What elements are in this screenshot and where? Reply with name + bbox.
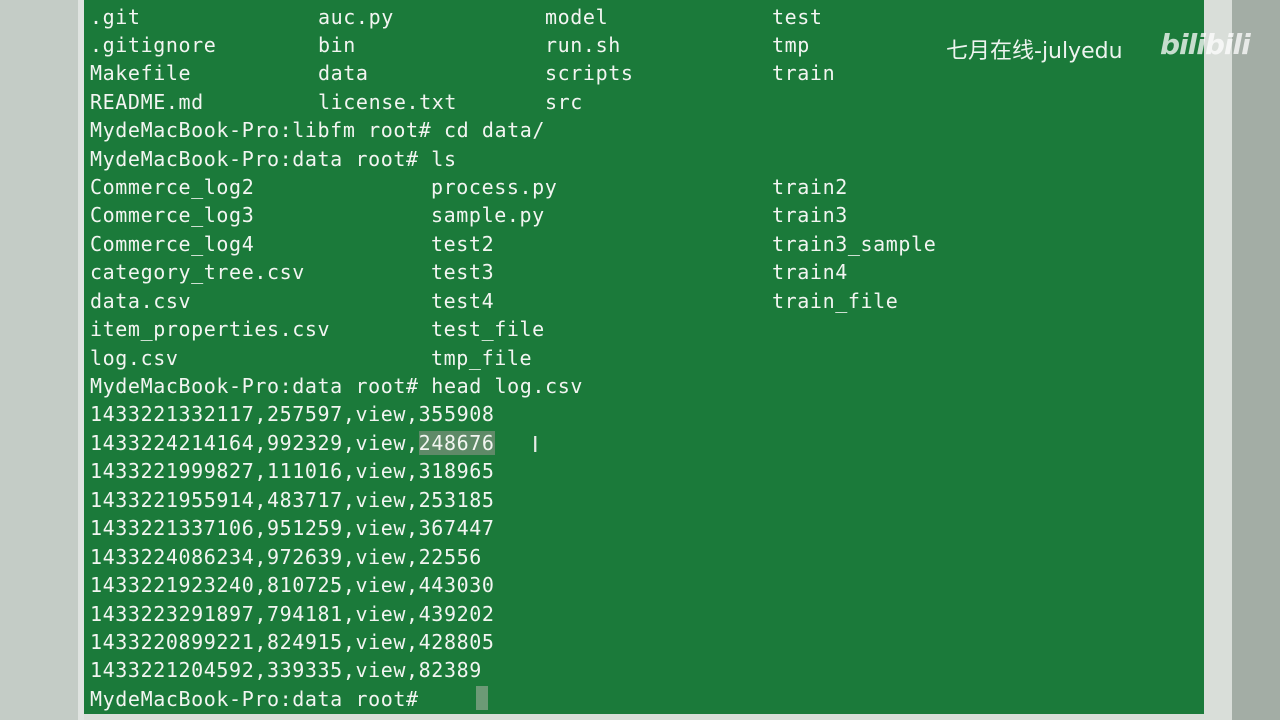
ls-entry: run.sh — [545, 33, 621, 57]
ls-entry: Makefile — [90, 61, 192, 85]
ls-entry: Commerce_log4 — [90, 232, 255, 256]
ls-entry: .gitignore — [90, 33, 217, 57]
window-right-edge — [1204, 0, 1232, 720]
ls-entry: train2 — [772, 175, 848, 199]
ls-entry: .git — [90, 5, 141, 29]
csv-line: 1433221999827,111016,view,318965 — [90, 459, 495, 483]
ls-entry: auc.py — [318, 5, 394, 29]
terminal-window[interactable]: .git auc.py model test .gitignore bin ru… — [84, 0, 1204, 714]
ls-entry: train3_sample — [772, 232, 937, 256]
ls-entry: bin — [318, 33, 356, 57]
ls-entry: scripts — [545, 61, 634, 85]
command-line-head: MydeMacBook-Pro:data root# head log.csv — [90, 374, 583, 398]
csv-line: 1433221204592,339335,view,82389 — [90, 658, 482, 682]
ls-entry: src — [545, 90, 583, 114]
ls-entry: sample.py — [431, 203, 545, 227]
csv-line-prefix: 1433224214164,992329,view, — [90, 431, 419, 455]
text-cursor — [476, 686, 488, 710]
ls-entry: train3 — [772, 203, 848, 227]
right-background — [1232, 0, 1280, 720]
ls-entry: model — [545, 5, 609, 29]
ls-entry: README.md — [90, 90, 204, 114]
command-line-ls: MydeMacBook-Pro:data root# ls — [90, 147, 457, 171]
csv-line: 1433221923240,810725,view,443030 — [90, 573, 495, 597]
selected-text[interactable]: 248676 — [418, 431, 495, 455]
ls-entry: test_file — [431, 317, 545, 341]
ls-entry: Commerce_log2 — [90, 175, 255, 199]
ls-entry: train4 — [772, 260, 848, 284]
ls-entry: test4 — [431, 289, 495, 313]
ls-entry: process.py — [431, 175, 558, 199]
csv-line: 1433223291897,794181,view,439202 — [90, 602, 495, 626]
ls-entry: test — [772, 5, 823, 29]
ls-entry: train_file — [772, 289, 899, 313]
shell-prompt[interactable]: MydeMacBook-Pro:data root# — [90, 685, 431, 713]
csv-line: 1433224086234,972639,view,22556 — [90, 545, 482, 569]
csv-line: 1433221337106,951259,view,367447 — [90, 516, 495, 540]
mouse-ibeam-icon: Ⅰ — [532, 433, 539, 458]
ls-entry: train — [772, 61, 836, 85]
left-background — [0, 0, 78, 720]
ls-entry: item_properties.csv — [90, 317, 331, 341]
ls-entry: data — [318, 61, 369, 85]
ls-entry: test2 — [431, 232, 495, 256]
ls-entry: log.csv — [90, 346, 179, 370]
ls-entry: tmp — [772, 33, 810, 57]
csv-line: 1433220899221,824915,view,428805 — [90, 630, 495, 654]
ls-entry: license.txt — [318, 90, 458, 114]
csv-line: 1433224214164,992329,view,248676 — [90, 429, 495, 457]
window-bottom-edge — [84, 714, 1204, 720]
ls-entry: Commerce_log3 — [90, 203, 255, 227]
csv-line: 1433221332117,257597,view,355908 — [90, 402, 495, 426]
channel-watermark: 七月在线-julyedu — [946, 39, 1123, 64]
bilibili-logo-icon: bilibili — [1160, 28, 1251, 61]
ls-entry: test3 — [431, 260, 495, 284]
ls-entry: data.csv — [90, 289, 192, 313]
ls-entry: category_tree.csv — [90, 260, 305, 284]
ls-entry: tmp_file — [431, 346, 533, 370]
csv-line: 1433221955914,483717,view,253185 — [90, 488, 495, 512]
command-line-cd: MydeMacBook-Pro:libfm root# cd data/ — [90, 118, 546, 142]
